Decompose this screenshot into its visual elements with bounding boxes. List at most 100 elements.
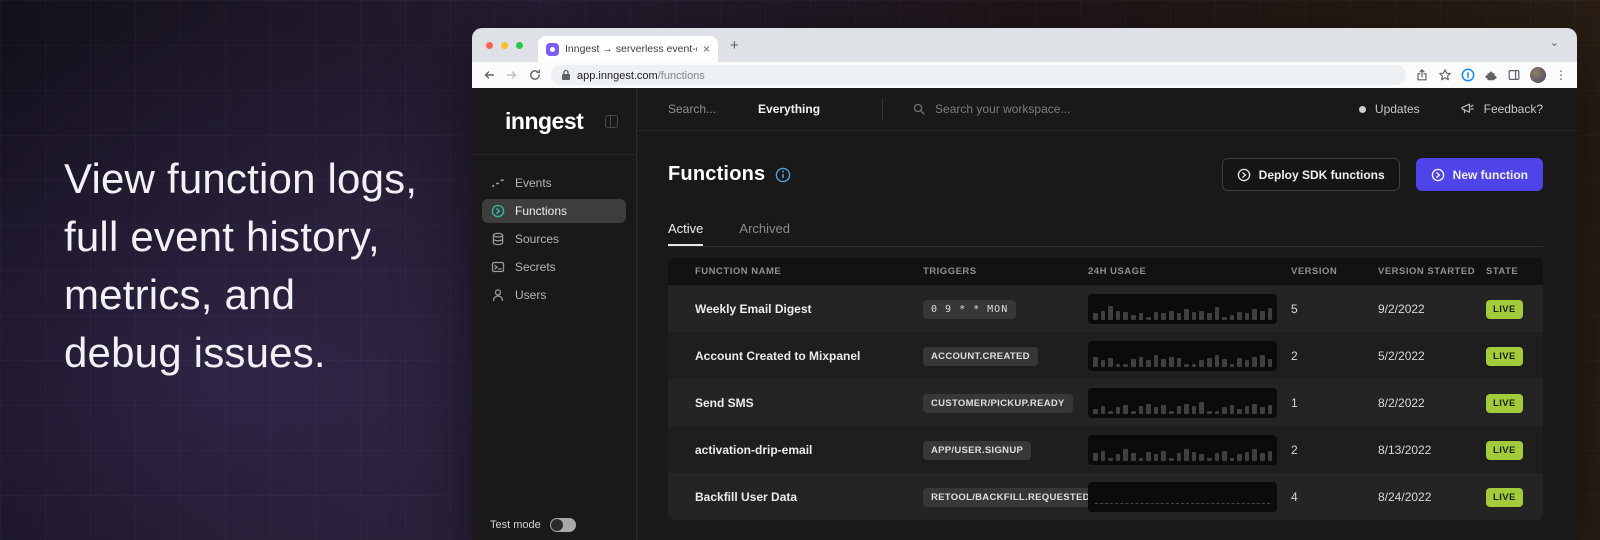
new-tab-button[interactable]: +: [730, 37, 739, 54]
topbar-divider: [882, 98, 883, 120]
search-icon: [913, 103, 925, 115]
feedback-link[interactable]: Feedback?: [1484, 102, 1543, 116]
lock-icon: [561, 69, 571, 81]
table-row[interactable]: Account Created to Mixpanel ACCOUNT.CREA…: [668, 332, 1543, 379]
forward-icon[interactable]: [505, 68, 519, 82]
tab-archived[interactable]: Archived: [739, 221, 790, 246]
test-mode-label: Test mode: [490, 519, 541, 531]
trigger-badge: CUSTOMER/PICKUP.READY: [923, 394, 1073, 413]
col-triggers: TRIGGERS: [923, 266, 1088, 277]
version-value: 5: [1291, 302, 1378, 316]
inngest-app: inngest Events Functions: [472, 88, 1577, 540]
version-started-value: 8/13/2022: [1378, 443, 1486, 457]
sidebar-item-users[interactable]: Users: [482, 283, 626, 307]
state-badge: LIVE: [1486, 441, 1523, 460]
state-badge: LIVE: [1486, 488, 1523, 507]
version-value: 2: [1291, 349, 1378, 363]
sidebar-item-label: Events: [515, 176, 552, 190]
share-icon[interactable]: [1415, 68, 1429, 82]
traffic-lights: [486, 42, 523, 49]
reload-icon[interactable]: [528, 68, 542, 82]
new-function-button-label: New function: [1453, 168, 1528, 182]
sources-icon: [491, 232, 505, 246]
functions-icon: [491, 204, 505, 218]
new-function-icon: [1431, 168, 1445, 182]
sidebar-header: inngest: [472, 88, 636, 155]
updates-link[interactable]: Updates: [1375, 102, 1420, 116]
side-panel-icon[interactable]: [1507, 68, 1521, 82]
sidebar-collapse-icon[interactable]: [605, 115, 618, 128]
onepassword-extension-icon[interactable]: [1461, 68, 1475, 82]
megaphone-icon: [1460, 102, 1475, 116]
version-started-value: 5/2/2022: [1378, 349, 1486, 363]
tab-active[interactable]: Active: [668, 221, 703, 246]
table-row[interactable]: Weekly Email Digest 0 9 * * MON 5 9/2/20…: [668, 285, 1543, 332]
sidebar-item-sources[interactable]: Sources: [482, 227, 626, 251]
maximize-window-button[interactable]: [516, 42, 523, 49]
main-area: Search... Everything Updates Feedback?: [637, 88, 1577, 540]
sidebar-item-label: Sources: [515, 232, 559, 246]
browser-menu-icon[interactable]: ⋮: [1555, 68, 1567, 82]
hero-line: metrics, and: [64, 266, 417, 324]
marketing-banner: View function logs, full event history, …: [0, 0, 1600, 540]
table-row[interactable]: activation-drip-email APP/USER.SIGNUP 2 …: [668, 426, 1543, 473]
sidebar-nav: Events Functions Sources: [472, 155, 636, 307]
workspace-search-input[interactable]: [935, 102, 1195, 116]
version-value: 4: [1291, 490, 1378, 504]
page-title: Functions: [668, 163, 765, 186]
bookmark-star-icon[interactable]: [1438, 68, 1452, 82]
inngest-favicon-icon: [546, 43, 559, 56]
header-actions: Deploy SDK functions New function: [1222, 158, 1543, 191]
trigger-badge: APP/USER.SIGNUP: [923, 441, 1031, 460]
workspace-search[interactable]: [913, 102, 1345, 116]
extensions-puzzle-icon[interactable]: [1484, 68, 1498, 82]
browser-tab-strip: Inngest → serverless event-dri × + ⌄: [472, 28, 1577, 62]
version-started-value: 8/2/2022: [1378, 396, 1486, 410]
usage-sparkline: [1088, 435, 1277, 465]
new-function-button[interactable]: New function: [1416, 158, 1543, 191]
state-badge: LIVE: [1486, 300, 1523, 319]
state-badge: LIVE: [1486, 394, 1523, 413]
col-version-started: VERSION STARTED: [1378, 266, 1486, 277]
table-header-row: FUNCTION NAME TRIGGERS 24H USAGE VERSION…: [668, 258, 1543, 285]
inngest-logo: inngest: [505, 108, 583, 135]
browser-tab[interactable]: Inngest → serverless event-dri ×: [538, 36, 718, 62]
minimize-window-button[interactable]: [501, 42, 508, 49]
search-scope-everything[interactable]: Everything: [758, 102, 820, 116]
function-name: Account Created to Mixpanel: [668, 349, 923, 363]
tab-search-chevron-icon[interactable]: ⌄: [1550, 36, 1559, 49]
url-bar[interactable]: app.inngest.com/functions: [551, 65, 1406, 85]
events-icon: [491, 176, 505, 190]
test-mode-toggle[interactable]: [550, 518, 576, 532]
profile-avatar[interactable]: [1530, 67, 1546, 83]
users-icon: [491, 288, 505, 302]
search-shortcut[interactable]: Search...: [668, 102, 716, 116]
close-window-button[interactable]: [486, 42, 493, 49]
browser-toolbar: app.inngest.com/functions ⋮: [472, 62, 1577, 88]
trigger-badge: 0 9 * * MON: [923, 300, 1016, 319]
sidebar-item-events[interactable]: Events: [482, 171, 626, 195]
functions-table: FUNCTION NAME TRIGGERS 24H USAGE VERSION…: [668, 258, 1543, 520]
state-badge: LIVE: [1486, 347, 1523, 366]
deploy-button-label: Deploy SDK functions: [1259, 168, 1385, 182]
back-icon[interactable]: [482, 68, 496, 82]
version-started-value: 9/2/2022: [1378, 302, 1486, 316]
tab-close-icon[interactable]: ×: [703, 43, 710, 55]
trigger-badge: ACCOUNT.CREATED: [923, 347, 1038, 366]
function-name: Send SMS: [668, 396, 923, 410]
sidebar-item-secrets[interactable]: Secrets: [482, 255, 626, 279]
sidebar-item-functions[interactable]: Functions: [482, 199, 626, 223]
usage-sparkline: [1088, 388, 1277, 418]
functions-page: Functions Deploy SDK functions New funct…: [637, 131, 1577, 540]
table-row[interactable]: Send SMS CUSTOMER/PICKUP.READY 1 8/2/202…: [668, 379, 1543, 426]
trigger-badge: RETOOL/BACKFILL.REQUESTED: [923, 488, 1098, 507]
deploy-sdk-functions-button[interactable]: Deploy SDK functions: [1222, 158, 1400, 191]
info-icon[interactable]: [775, 167, 791, 183]
table-row[interactable]: Backfill User Data RETOOL/BACKFILL.REQUE…: [668, 473, 1543, 520]
browser-window: Inngest → serverless event-dri × + ⌄ app…: [472, 28, 1577, 540]
deploy-icon: [1237, 168, 1251, 182]
page-header: Functions Deploy SDK functions New funct…: [668, 158, 1543, 191]
updates-dot-icon: [1359, 106, 1366, 113]
sidebar-item-label: Functions: [515, 204, 567, 218]
app-top-bar: Search... Everything Updates Feedback?: [637, 88, 1577, 131]
